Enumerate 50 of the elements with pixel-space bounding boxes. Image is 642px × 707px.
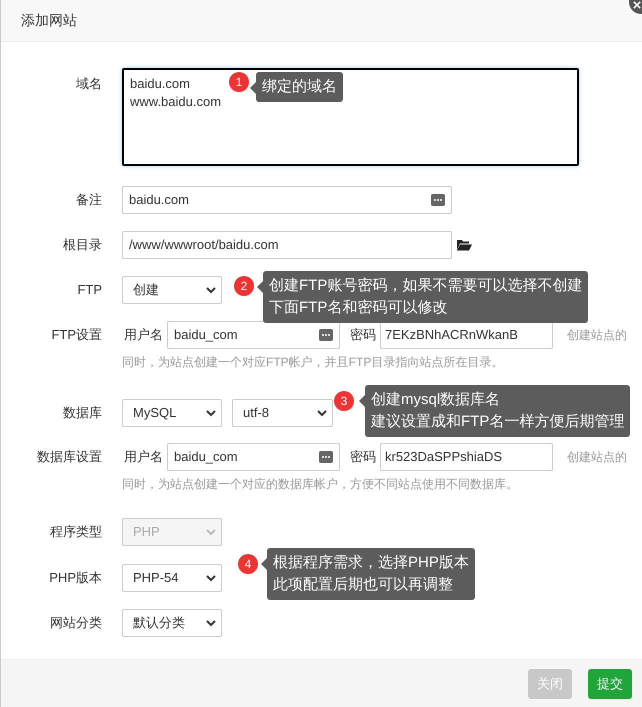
chevron-down-icon (206, 528, 216, 536)
field-label: 数据库设置 (36, 448, 102, 466)
input-field[interactable]: /www/wwwroot/baidu.com (122, 231, 452, 259)
field-label: 用户名 (123, 326, 163, 344)
step-badge: 4 (238, 554, 258, 574)
more-icon[interactable] (431, 194, 445, 206)
tooltip-text: 下面FTP名和密码可以修改 (269, 298, 448, 318)
help-text: 同时，为站点创建一个对应FTP帐户，并且FTP目录指向站点所在目录。 (122, 354, 504, 371)
tooltip-text: 创建mysql数据库名 (371, 390, 502, 410)
help-text: 创建站点的 (567, 327, 627, 344)
chevron-down-icon (206, 286, 216, 294)
select-dropdown[interactable]: PHP-54 (122, 564, 222, 592)
chevron-down-icon (317, 410, 327, 416)
field-label: 备注 (75, 191, 102, 209)
field-label: 密码 (350, 448, 376, 466)
help-text: 创建站点的 (567, 449, 627, 466)
field-label: 程序类型 (49, 523, 102, 541)
input-field[interactable]: kr523DaSPPshiaDS (380, 443, 553, 471)
field-label: PHP版本 (48, 569, 102, 587)
step-badge: 3 (334, 391, 354, 411)
help-text: 同时，为站点创建一个对应的数据库帐户，方便不同站点使用不同数据库。 (122, 476, 519, 493)
more-icon[interactable] (319, 329, 333, 341)
input-field[interactable]: baidu_com (167, 443, 340, 471)
field-label: 根目录 (62, 236, 102, 254)
step-badge: 2 (234, 276, 254, 296)
select-dropdown[interactable]: 创建 (122, 276, 222, 304)
tooltip-text: 此项配置后期也可以再调整 (273, 575, 454, 595)
chevron-down-icon (206, 620, 216, 626)
tooltip-text: 建议设置成和FTP名一样方便后期管理 (371, 412, 624, 432)
field-label: FTP设置 (50, 326, 102, 344)
tooltip-text: 根据程序需求，选择PHP版本 (273, 553, 469, 573)
field-label: 网站分类 (49, 614, 102, 632)
field-label: FTP (76, 281, 102, 299)
chevron-down-icon (206, 574, 216, 582)
input-field[interactable]: baidu.com (122, 186, 452, 214)
select-dropdown[interactable]: utf-8 (232, 399, 333, 427)
folder-icon[interactable] (457, 239, 472, 251)
select-dropdown[interactable]: 默认分类 (122, 609, 222, 637)
field-label: 用户名 (123, 448, 163, 466)
tooltip-text: 绑定的域名 (262, 77, 337, 97)
more-icon[interactable] (319, 451, 333, 463)
tooltip-text: 创建FTP账号密码，如果不需要可以选择不创建 (269, 276, 582, 296)
close-icon (633, 1, 641, 9)
select-dropdown[interactable]: MySQL (122, 399, 222, 427)
field-label: 密码 (350, 326, 376, 344)
field-label: 域名 (75, 75, 102, 93)
field-label: 数据库 (62, 404, 102, 422)
dialog-title: 添加网站 (21, 11, 77, 30)
step-badge: 1 (229, 72, 249, 92)
chevron-down-icon (206, 410, 216, 416)
